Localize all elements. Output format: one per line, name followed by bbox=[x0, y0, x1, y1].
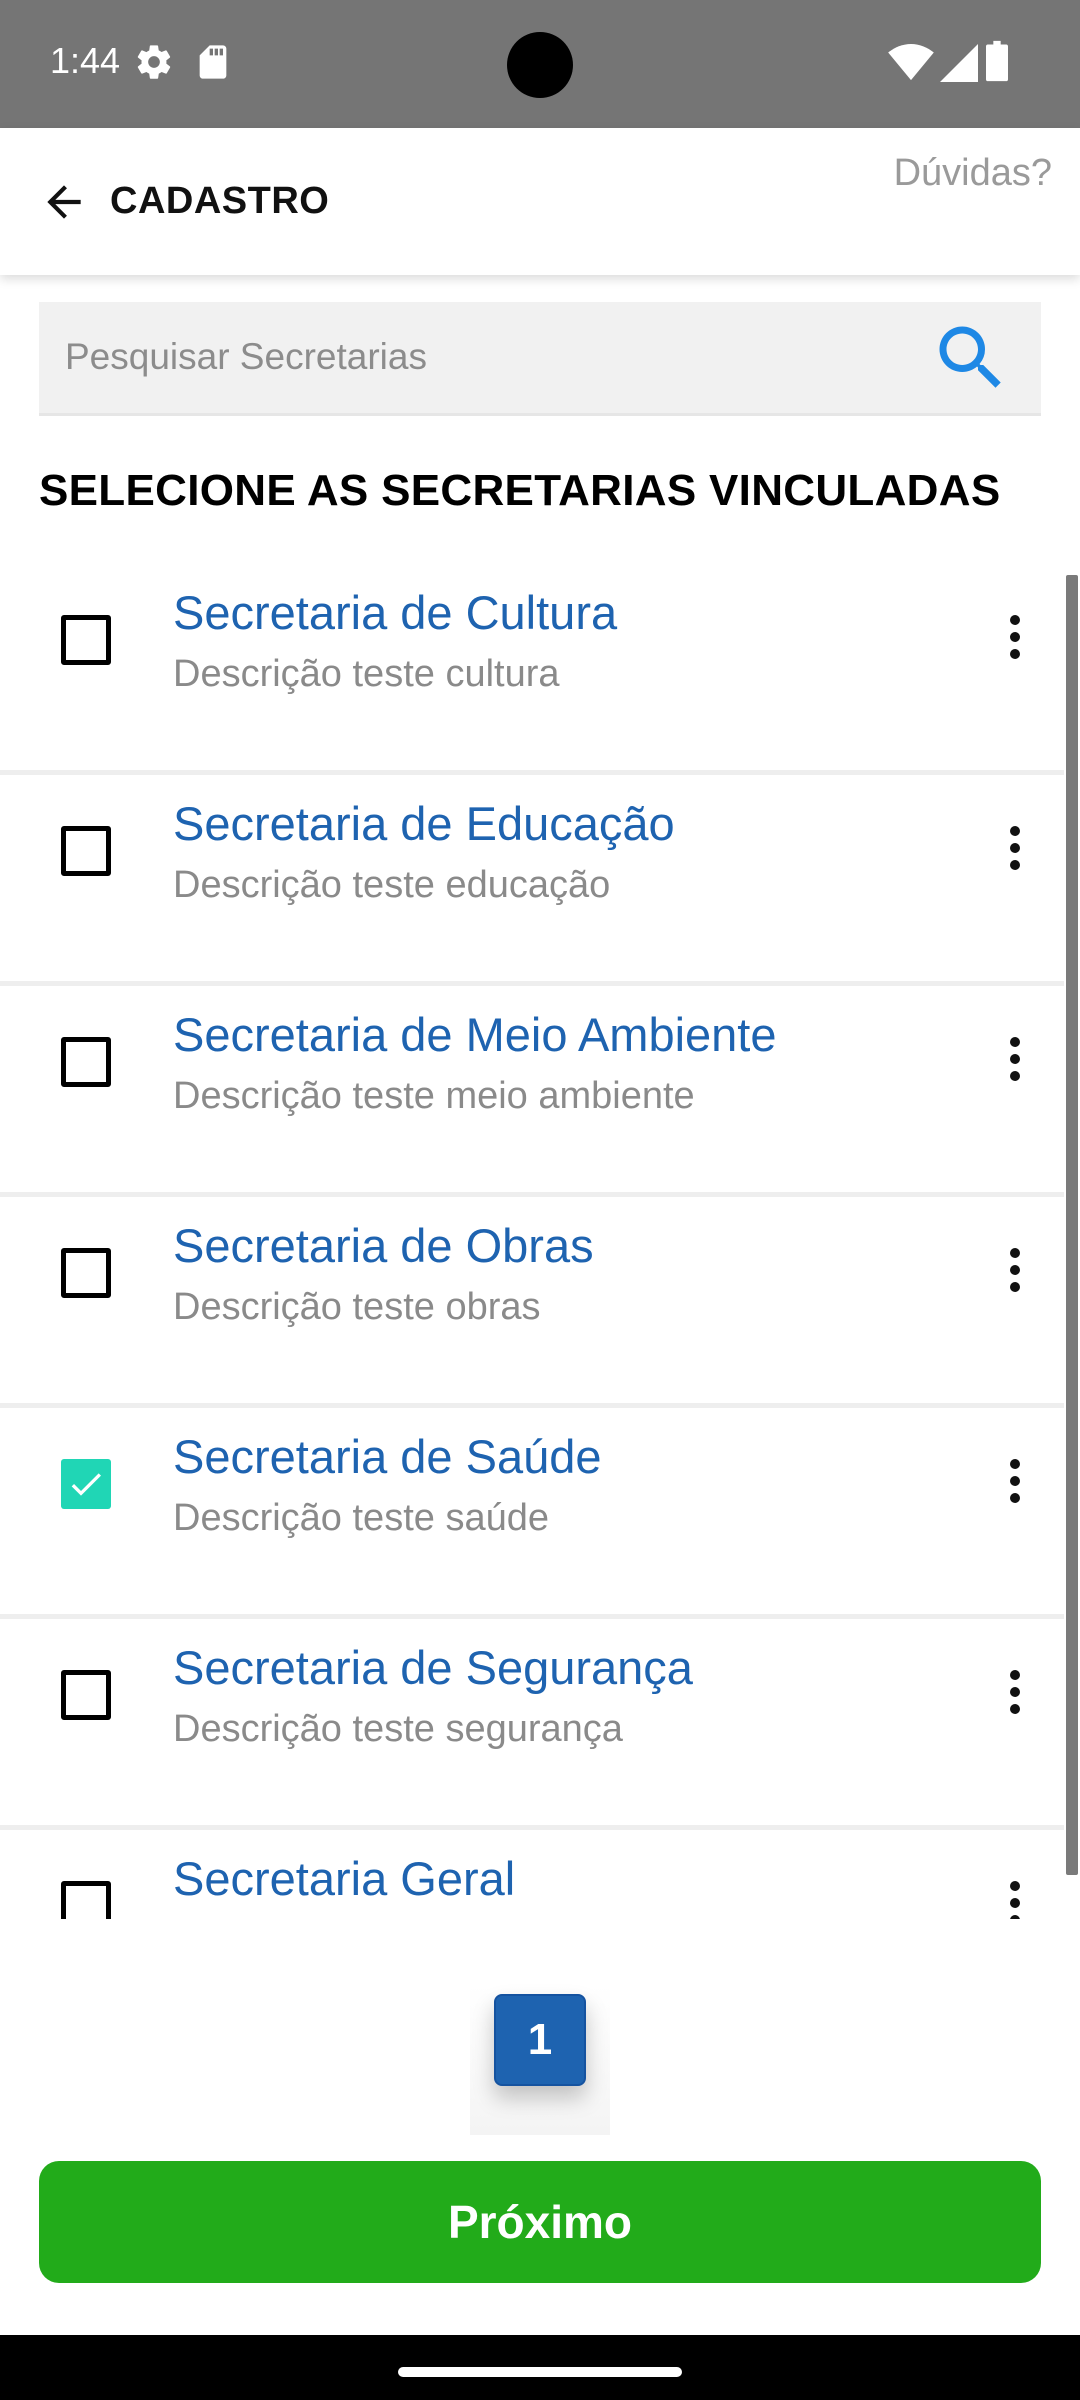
item-title: Secretaria de Obras bbox=[173, 1219, 594, 1272]
search-bar bbox=[39, 302, 1041, 416]
more-vert-icon[interactable] bbox=[990, 1652, 1040, 1732]
item-description: Descrição teste saúde bbox=[173, 1497, 549, 1539]
more-vert-icon[interactable] bbox=[990, 1230, 1040, 1310]
list-item-geral[interactable]: Secretaria Geral bbox=[0, 1833, 1064, 1919]
sd-card-icon bbox=[196, 42, 230, 87]
item-title: Secretaria de Meio Ambiente bbox=[173, 1008, 777, 1061]
checkbox[interactable] bbox=[61, 1670, 111, 1720]
checkbox[interactable] bbox=[61, 615, 111, 665]
list-item-cultura[interactable]: Secretaria de Cultura Descrição teste cu… bbox=[0, 567, 1064, 775]
list-item-seguranca[interactable]: Secretaria de Segurança Descrição teste … bbox=[0, 1622, 1064, 1830]
list-item-meio-ambiente[interactable]: Secretaria de Meio Ambiente Descrição te… bbox=[0, 989, 1064, 1197]
item-title: Secretaria de Cultura bbox=[173, 586, 618, 639]
checkbox[interactable] bbox=[61, 1037, 111, 1087]
battery-icon bbox=[986, 40, 1008, 87]
signal-icon bbox=[940, 44, 978, 87]
arrow-left-icon bbox=[47, 185, 81, 219]
next-button[interactable]: Próximo bbox=[39, 2161, 1041, 2283]
list-item-saude[interactable]: Secretaria de Saúde Descrição teste saúd… bbox=[0, 1411, 1064, 1619]
item-title: Secretaria de Educação bbox=[173, 797, 675, 850]
item-description: Descrição teste obras bbox=[173, 1286, 541, 1328]
status-bar: 1:44 bbox=[0, 0, 1080, 128]
more-vert-icon[interactable] bbox=[990, 1019, 1040, 1099]
status-time: 1:44 bbox=[50, 40, 121, 81]
wifi-icon bbox=[888, 44, 934, 87]
checkbox[interactable] bbox=[61, 1248, 111, 1298]
checkbox[interactable] bbox=[61, 826, 111, 876]
help-link[interactable]: Dúvidas? bbox=[894, 152, 1052, 195]
app-bar: CADASTRO Dúvidas? bbox=[0, 128, 1080, 275]
settings-gear-icon bbox=[134, 42, 174, 87]
home-indicator[interactable] bbox=[398, 2367, 682, 2377]
item-description: Descrição teste educação bbox=[173, 864, 611, 906]
scrollbar-thumb[interactable] bbox=[1066, 575, 1078, 1875]
search-input[interactable] bbox=[65, 302, 885, 412]
item-title: Secretaria de Segurança bbox=[173, 1641, 693, 1694]
list-item-obras[interactable]: Secretaria de Obras Descrição teste obra… bbox=[0, 1200, 1064, 1408]
more-vert-icon[interactable] bbox=[990, 808, 1040, 888]
check-icon bbox=[71, 1473, 101, 1496]
more-vert-icon[interactable] bbox=[990, 1863, 1040, 1919]
search-icon bbox=[939, 326, 1001, 388]
item-title: Secretaria Geral bbox=[173, 1852, 516, 1905]
list-item-educacao[interactable]: Secretaria de Educação Descrição teste e… bbox=[0, 778, 1064, 986]
section-title: SELECIONE AS SECRETARIAS VINCULADAS bbox=[39, 466, 1001, 515]
more-vert-icon[interactable] bbox=[990, 1441, 1040, 1521]
item-title: Secretaria de Saúde bbox=[173, 1430, 602, 1483]
page-button-current[interactable]: 1 bbox=[494, 1994, 586, 2086]
page-title: CADASTRO bbox=[110, 180, 330, 222]
item-description: Descrição teste segurança bbox=[173, 1708, 623, 1750]
checkbox[interactable] bbox=[61, 1881, 111, 1919]
item-description: Descrição teste meio ambiente bbox=[173, 1075, 695, 1117]
camera-cutout bbox=[507, 32, 573, 98]
back-button[interactable] bbox=[36, 174, 92, 230]
secretarias-list[interactable]: Secretaria de Cultura Descrição teste cu… bbox=[0, 567, 1080, 1919]
search-button[interactable] bbox=[925, 312, 1017, 404]
checkbox-checked[interactable] bbox=[61, 1459, 111, 1509]
navigation-bar bbox=[0, 2335, 1080, 2400]
more-vert-icon[interactable] bbox=[990, 597, 1040, 677]
item-description: Descrição teste cultura bbox=[173, 653, 560, 695]
